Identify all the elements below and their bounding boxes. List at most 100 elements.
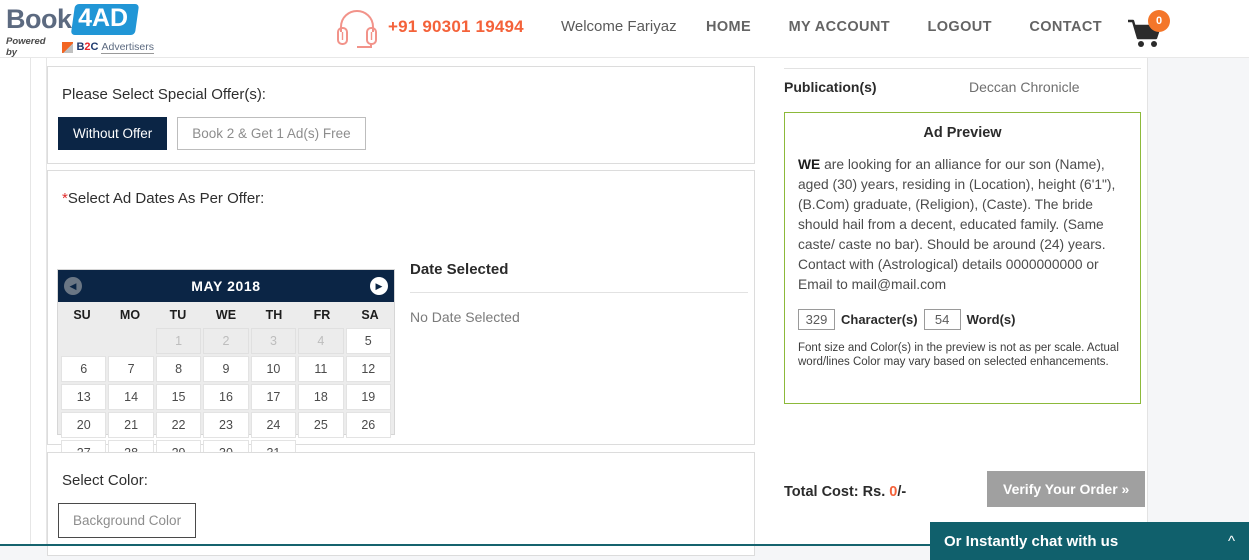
offer-book2-get1-button[interactable]: Book 2 & Get 1 Ad(s) Free	[177, 117, 366, 150]
character-count-value: 329	[798, 309, 835, 330]
ad-preview-box: Ad Preview WE are looking for an allianc…	[784, 112, 1141, 404]
total-cost-label: Total Cost: Rs. 0/-	[784, 484, 907, 500]
publication-row: Publication(s) Deccan Chronicle	[784, 68, 1141, 95]
calendar-day-16[interactable]: 16	[203, 384, 249, 410]
date-selected-panel: Date Selected No Date Selected	[410, 261, 748, 325]
calendar-dow-su: SU	[73, 308, 91, 322]
chevron-right-icon[interactable]: ▶	[370, 277, 388, 295]
calendar-day-17[interactable]: 17	[250, 384, 297, 410]
calendar-day-15[interactable]: 15	[155, 384, 202, 410]
calendar-day-18[interactable]: 18	[298, 384, 344, 410]
cart-button[interactable]: 0	[1126, 10, 1170, 48]
layout-rule-left	[30, 58, 31, 544]
ad-preview-counts: 329 Character(s) 54 Word(s)	[798, 309, 1140, 330]
total-cost-suffix: /-	[897, 484, 907, 500]
special-offers-panel: Please Select Special Offer(s): Without …	[47, 66, 755, 164]
calendar-day-14[interactable]: 14	[108, 384, 154, 410]
logo-advertisers-text: Advertisers	[101, 40, 154, 54]
word-count-value: 54	[923, 309, 961, 330]
calendar-day-6[interactable]: 6	[61, 356, 107, 382]
order-summary-column: Publication(s) Deccan Chronicle Ad Previ…	[775, 58, 1148, 544]
ad-preview-body: are looking for an alliance for our son …	[798, 157, 1116, 292]
support-phone-number[interactable]: +91 90301 19494	[388, 17, 524, 37]
logo-4ad-text: 4AD	[77, 3, 128, 32]
calendar-dow-sa: SA	[361, 308, 379, 322]
calendar-day-26[interactable]: 26	[345, 412, 391, 438]
logo-b2c-text: B2C	[76, 41, 99, 53]
word-count-label: Word(s)	[966, 312, 1016, 327]
calendar-header: ◀ MAY 2018 ▶	[58, 270, 394, 302]
main-navigation: HOME MY ACCOUNT LOGOUT CONTACT	[706, 18, 1135, 36]
date-selected-divider	[410, 292, 748, 293]
calendar-day-3: 3	[250, 328, 297, 354]
calendar-day-13[interactable]: 13	[61, 384, 107, 410]
calendar-dow-fr: FR	[313, 308, 331, 322]
calendar-day-grid: 1 2 3 4 5 6 7 8 9 10 11 12 13 14 15 16 17 18 19 20 21 22 23 24 2…	[58, 328, 394, 469]
calendar-blank-cell	[108, 328, 153, 354]
ad-dates-panel: *Select Ad Dates As Per Offer: ◀ MAY 201…	[47, 170, 755, 466]
content-area: Please Select Special Offer(s): Without …	[0, 58, 1148, 556]
calendar-day-23[interactable]: 23	[203, 412, 249, 438]
cart-count-badge: 0	[1148, 10, 1170, 32]
date-selected-empty-text: No Date Selected	[410, 309, 520, 325]
site-header: Book 4AD Powered by B2C Advertisers +91 …	[0, 0, 1249, 58]
date-selected-title: Date Selected	[410, 261, 509, 278]
ad-preview-disclaimer: Font size and Color(s) in the preview is…	[798, 342, 1119, 368]
character-count-label: Character(s)	[841, 312, 918, 327]
calendar-day-11[interactable]: 11	[298, 356, 344, 382]
ad-dates-label: *Select Ad Dates As Per Offer:	[62, 190, 265, 207]
nav-item-my-account[interactable]: MY ACCOUNT	[789, 19, 890, 35]
calendar-weekday-row: SU MO TU WE TH FR SA	[58, 302, 394, 328]
calendar-day-10[interactable]: 10	[250, 356, 297, 382]
select-color-label: Select Color:	[62, 472, 148, 489]
welcome-user-label: Welcome Fariyaz	[561, 18, 677, 35]
calendar-dow-we: WE	[215, 308, 237, 322]
calendar-day-8[interactable]: 8	[155, 356, 202, 382]
publication-value: Deccan Chronicle	[969, 79, 1080, 95]
b2c-mark-icon	[61, 41, 74, 53]
calendar-dow-th: TH	[265, 308, 283, 322]
calendar-day-24[interactable]: 24	[250, 412, 297, 438]
logo-powered-by-text: Powered by	[6, 36, 46, 58]
nav-item-contact[interactable]: CONTACT	[1029, 19, 1102, 35]
color-buttons-row: Background Color	[58, 503, 754, 538]
calendar-blank-cell	[61, 328, 106, 354]
calendar-month-title: MAY 2018	[191, 278, 261, 294]
page-body: Please Select Special Offer(s): Without …	[0, 58, 1249, 560]
chevron-left-icon[interactable]: ◀	[64, 277, 82, 295]
verify-your-order-button[interactable]: Verify Your Order »	[987, 471, 1146, 507]
calendar-day-21[interactable]: 21	[108, 412, 154, 438]
logo-primary: Book 4AD	[6, 3, 154, 35]
chat-widget-text: Or Instantly chat with us	[944, 532, 1119, 550]
publication-label: Publication(s)	[784, 79, 877, 95]
ad-preview-lead-word: WE	[798, 157, 821, 172]
headset-icon	[335, 8, 379, 50]
calendar-dow-tu: TU	[169, 308, 187, 322]
calendar-day-1: 1	[155, 328, 202, 354]
calendar-day-4: 4	[298, 328, 344, 354]
calendar-day-25[interactable]: 25	[298, 412, 344, 438]
offer-without-offer-button[interactable]: Without Offer	[58, 117, 168, 150]
logo-subline: Powered by B2C Advertisers	[6, 36, 154, 58]
calendar-day-22[interactable]: 22	[155, 412, 202, 438]
nav-item-home[interactable]: HOME	[706, 19, 751, 35]
background-color-button[interactable]: Background Color	[58, 503, 197, 538]
chat-widget-bar[interactable]: Or Instantly chat with us ^	[930, 522, 1249, 560]
select-color-panel: Select Color: Background Color	[47, 452, 755, 556]
ad-preview-title: Ad Preview	[923, 125, 1002, 141]
calendar-day-12[interactable]: 12	[345, 356, 391, 382]
calendar-day-5[interactable]: 5	[345, 328, 391, 354]
calendar-day-20[interactable]: 20	[61, 412, 107, 438]
site-logo[interactable]: Book 4AD Powered by B2C Advertisers	[6, 3, 154, 58]
date-picker-calendar: ◀ MAY 2018 ▶ SU MO TU WE TH FR SA 123456…	[57, 269, 395, 466]
calendar-day-7[interactable]: 7	[108, 356, 154, 382]
logo-4ad-badge: 4AD	[70, 3, 139, 35]
calendar-day-9[interactable]: 9	[203, 356, 249, 382]
special-offers-label: Please Select Special Offer(s):	[62, 86, 266, 103]
calendar-day-19[interactable]: 19	[345, 384, 391, 410]
logo-book-text: Book	[6, 3, 72, 34]
nav-item-logout[interactable]: LOGOUT	[928, 19, 992, 35]
special-offers-buttons: Without Offer Book 2 & Get 1 Ad(s) Free	[58, 117, 754, 150]
calendar-day-2: 2	[203, 328, 249, 354]
chevron-up-icon[interactable]: ^	[1228, 533, 1235, 550]
